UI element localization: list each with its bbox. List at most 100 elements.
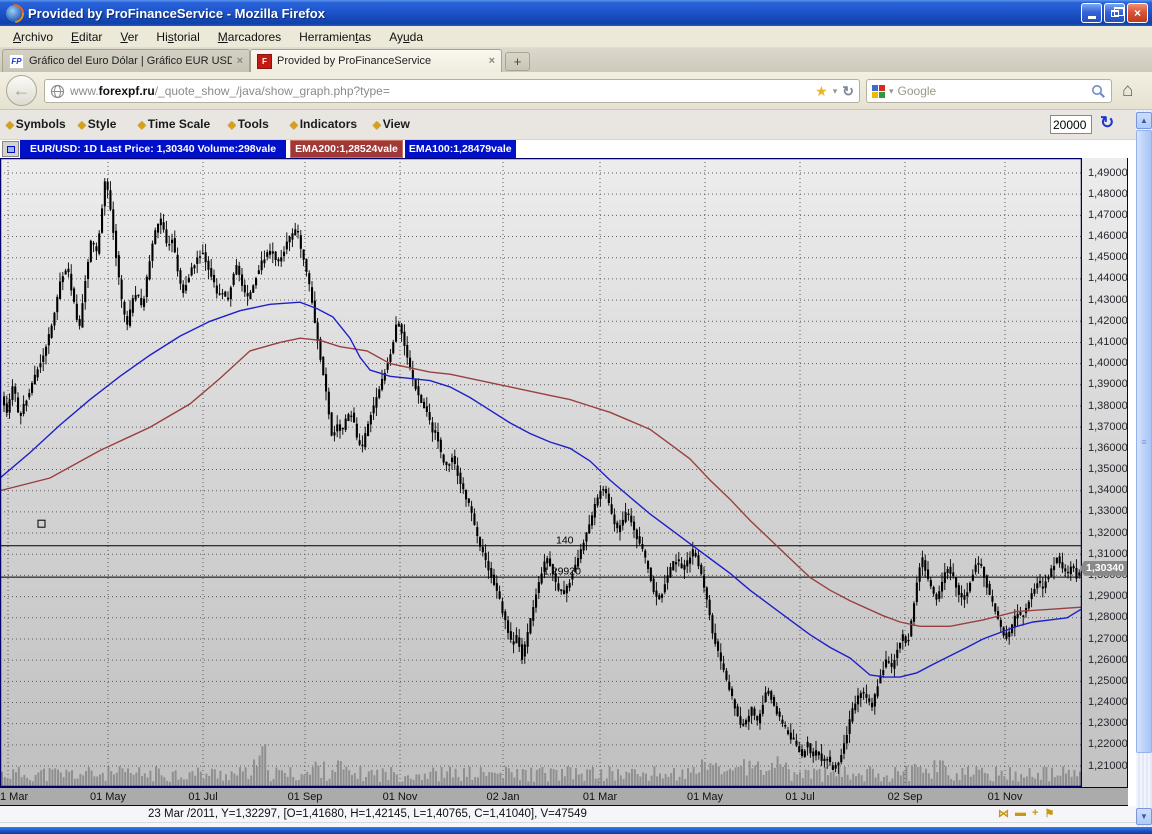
y-axis-label: 1,31000 bbox=[1088, 548, 1128, 560]
x-axis-label: 01 Nov bbox=[988, 791, 1023, 803]
url-domain: forexpf.ru bbox=[99, 84, 155, 98]
bookmark-star-icon[interactable]: ★ bbox=[815, 83, 828, 100]
minimize-button[interactable] bbox=[1081, 3, 1102, 23]
x-axis-label: 01 May bbox=[90, 791, 126, 803]
y-axis-label: 1,39000 bbox=[1088, 378, 1128, 390]
ema100-badge[interactable]: EMA100:1,28479vale bbox=[405, 140, 516, 158]
url-www: www. bbox=[70, 84, 99, 98]
chart-window-icon[interactable] bbox=[2, 141, 19, 157]
search-input[interactable]: Google bbox=[898, 84, 1087, 98]
y-axis-label: 1,43000 bbox=[1088, 294, 1128, 306]
window-title: Provided by ProFinanceService - Mozilla … bbox=[28, 6, 325, 21]
menu-label-part: ditar bbox=[79, 30, 102, 44]
menu-label-part: da bbox=[410, 30, 423, 44]
diamond-icon: ◆ bbox=[6, 120, 14, 131]
menu-ver[interactable]: Ver bbox=[111, 28, 147, 46]
menu-label-part: arcadores bbox=[228, 30, 281, 44]
chart-status-icons: ⋈ ▬ + ⚑ bbox=[998, 807, 1054, 820]
diamond-icon: ◆ bbox=[78, 120, 86, 131]
menu-herramientas[interactable]: Herramientas bbox=[290, 28, 380, 46]
chart-window-glyph bbox=[7, 146, 15, 153]
y-axis-label: 1,44000 bbox=[1088, 272, 1128, 284]
home-icon[interactable]: ⌂ bbox=[1122, 80, 1133, 102]
profinance-favicon: F bbox=[257, 54, 272, 69]
menu-bar: Archivo Editar Ver Historial Marcadores … bbox=[0, 26, 1152, 48]
back-arrow-icon: ← bbox=[13, 80, 31, 101]
ema200-badge[interactable]: EMA200:1,28524vale bbox=[290, 140, 403, 158]
y-axis-label: 1,40000 bbox=[1088, 357, 1128, 369]
scroll-down-button[interactable]: ▼ bbox=[1136, 808, 1152, 825]
tab-close-icon[interactable]: × bbox=[237, 55, 243, 67]
refresh-chart-icon[interactable]: ↻ bbox=[1100, 113, 1114, 133]
tab-grafico-euro-dolar[interactable]: FP Gráfico del Euro Dólar | Gráfico EUR … bbox=[2, 49, 250, 72]
reload-icon[interactable]: ↻ bbox=[842, 83, 854, 100]
firefox-icon bbox=[6, 5, 23, 22]
y-axis-label: 1,33000 bbox=[1088, 505, 1128, 517]
tab-provided-by-profinanceservice[interactable]: F Provided by ProFinanceService × bbox=[250, 49, 502, 72]
scrollbar-thumb[interactable]: ≡ bbox=[1136, 130, 1152, 753]
window-titlebar[interactable]: Provided by ProFinanceService - Mozilla … bbox=[0, 0, 1152, 26]
menu-label-part: er bbox=[128, 30, 139, 44]
flag-icon[interactable]: ⚑ bbox=[1044, 807, 1054, 820]
date-axis: 1 Mar01 May01 Jul01 Sep01 Nov02 Jan01 Ma… bbox=[0, 787, 1128, 806]
menu-ayuda[interactable]: Ayuda bbox=[380, 28, 432, 46]
y-axis-label: 1,21000 bbox=[1088, 760, 1128, 772]
menu-marcadores[interactable]: Marcadores bbox=[209, 28, 290, 46]
x-axis-label: 01 Jul bbox=[785, 791, 814, 803]
restore-button[interactable] bbox=[1104, 3, 1125, 23]
y-axis-label: 1,36000 bbox=[1088, 442, 1128, 454]
browser-scrollbar[interactable]: ▲ ≡ ▼ bbox=[1136, 110, 1152, 827]
menu-editar[interactable]: Editar bbox=[62, 28, 111, 46]
url-dropdown-icon[interactable]: ▾ bbox=[833, 86, 838, 97]
x-axis-label: 01 Sep bbox=[288, 791, 323, 803]
magnifier-icon[interactable] bbox=[1091, 84, 1106, 99]
crosshair-readout: 23 Mar /2011, Y=1,32297, [O=1,41680, H=1… bbox=[148, 808, 587, 820]
search-box[interactable]: ▾ Google bbox=[866, 79, 1112, 103]
scroll-up-button[interactable]: ▲ bbox=[1136, 112, 1152, 129]
x-axis-label: 02 Sep bbox=[888, 791, 923, 803]
y-axis-label: 1,42000 bbox=[1088, 315, 1128, 327]
menu-indicators[interactable]: ◆Indicators bbox=[290, 117, 357, 131]
menu-label-part: Hi bbox=[156, 30, 167, 44]
y-axis-label: 1,46000 bbox=[1088, 230, 1128, 242]
bars-count-input[interactable] bbox=[1050, 115, 1092, 134]
close-button[interactable]: × bbox=[1127, 3, 1148, 23]
y-axis-label: 1,29000 bbox=[1088, 590, 1128, 602]
candlestick-chart[interactable]: 1401,29920 bbox=[0, 158, 1082, 787]
menu-label: Indicators bbox=[300, 117, 357, 131]
menu-tools[interactable]: ◆Tools bbox=[228, 117, 269, 131]
menu-historial[interactable]: Historial bbox=[147, 28, 208, 46]
diamond-icon: ◆ bbox=[138, 120, 146, 131]
search-engine-dropdown-icon[interactable]: ▾ bbox=[889, 86, 894, 97]
menu-label-part: torial bbox=[174, 30, 200, 44]
y-axis-label: 1,23000 bbox=[1088, 717, 1128, 729]
diamond-icon: ◆ bbox=[228, 120, 236, 131]
back-button[interactable]: ← bbox=[6, 75, 37, 106]
minimize-panel-icon[interactable]: ▬ bbox=[1015, 807, 1026, 820]
menu-symbols[interactable]: ◆Symbols bbox=[6, 117, 66, 131]
window-bottom-border bbox=[0, 827, 1152, 834]
menu-style[interactable]: ◆Style bbox=[78, 117, 116, 131]
url-bar[interactable]: www.forexpf.ru/_quote_show_/java/show_gr… bbox=[44, 79, 860, 103]
url-text[interactable]: www.forexpf.ru/_quote_show_/java/show_gr… bbox=[70, 84, 810, 98]
new-tab-button[interactable]: + bbox=[505, 52, 530, 71]
menu-label: View bbox=[383, 117, 410, 131]
menu-label: Tools bbox=[238, 117, 269, 131]
x-axis-label: 1 Mar bbox=[0, 791, 28, 803]
chart-plot-area[interactable]: 1401,29920 bbox=[0, 158, 1082, 787]
svg-text:140: 140 bbox=[556, 534, 574, 546]
link-scales-icon[interactable]: ⋈ bbox=[998, 807, 1009, 820]
y-axis-label: 1,48000 bbox=[1088, 188, 1128, 200]
add-panel-icon[interactable]: + bbox=[1032, 807, 1038, 820]
chart-toolbar: ◆Symbols ◆Style ◆Time Scale ◆Tools ◆Indi… bbox=[0, 110, 1136, 140]
y-axis-label: 1,37000 bbox=[1088, 421, 1128, 433]
tab-bar: FP Gráfico del Euro Dólar | Gráfico EUR … bbox=[0, 48, 1152, 72]
x-axis-label: 01 Jul bbox=[188, 791, 217, 803]
chart-status-bar: 23 Mar /2011, Y=1,32297, [O=1,41680, H=1… bbox=[0, 806, 1136, 823]
menu-time-scale[interactable]: ◆Time Scale bbox=[138, 117, 210, 131]
tab-close-icon[interactable]: × bbox=[489, 55, 495, 67]
menu-archivo[interactable]: Archivo bbox=[4, 28, 62, 46]
menu-view[interactable]: ◆View bbox=[373, 117, 410, 131]
y-axis-label: 1,47000 bbox=[1088, 209, 1128, 221]
forexpf-favicon: FP bbox=[9, 54, 24, 69]
